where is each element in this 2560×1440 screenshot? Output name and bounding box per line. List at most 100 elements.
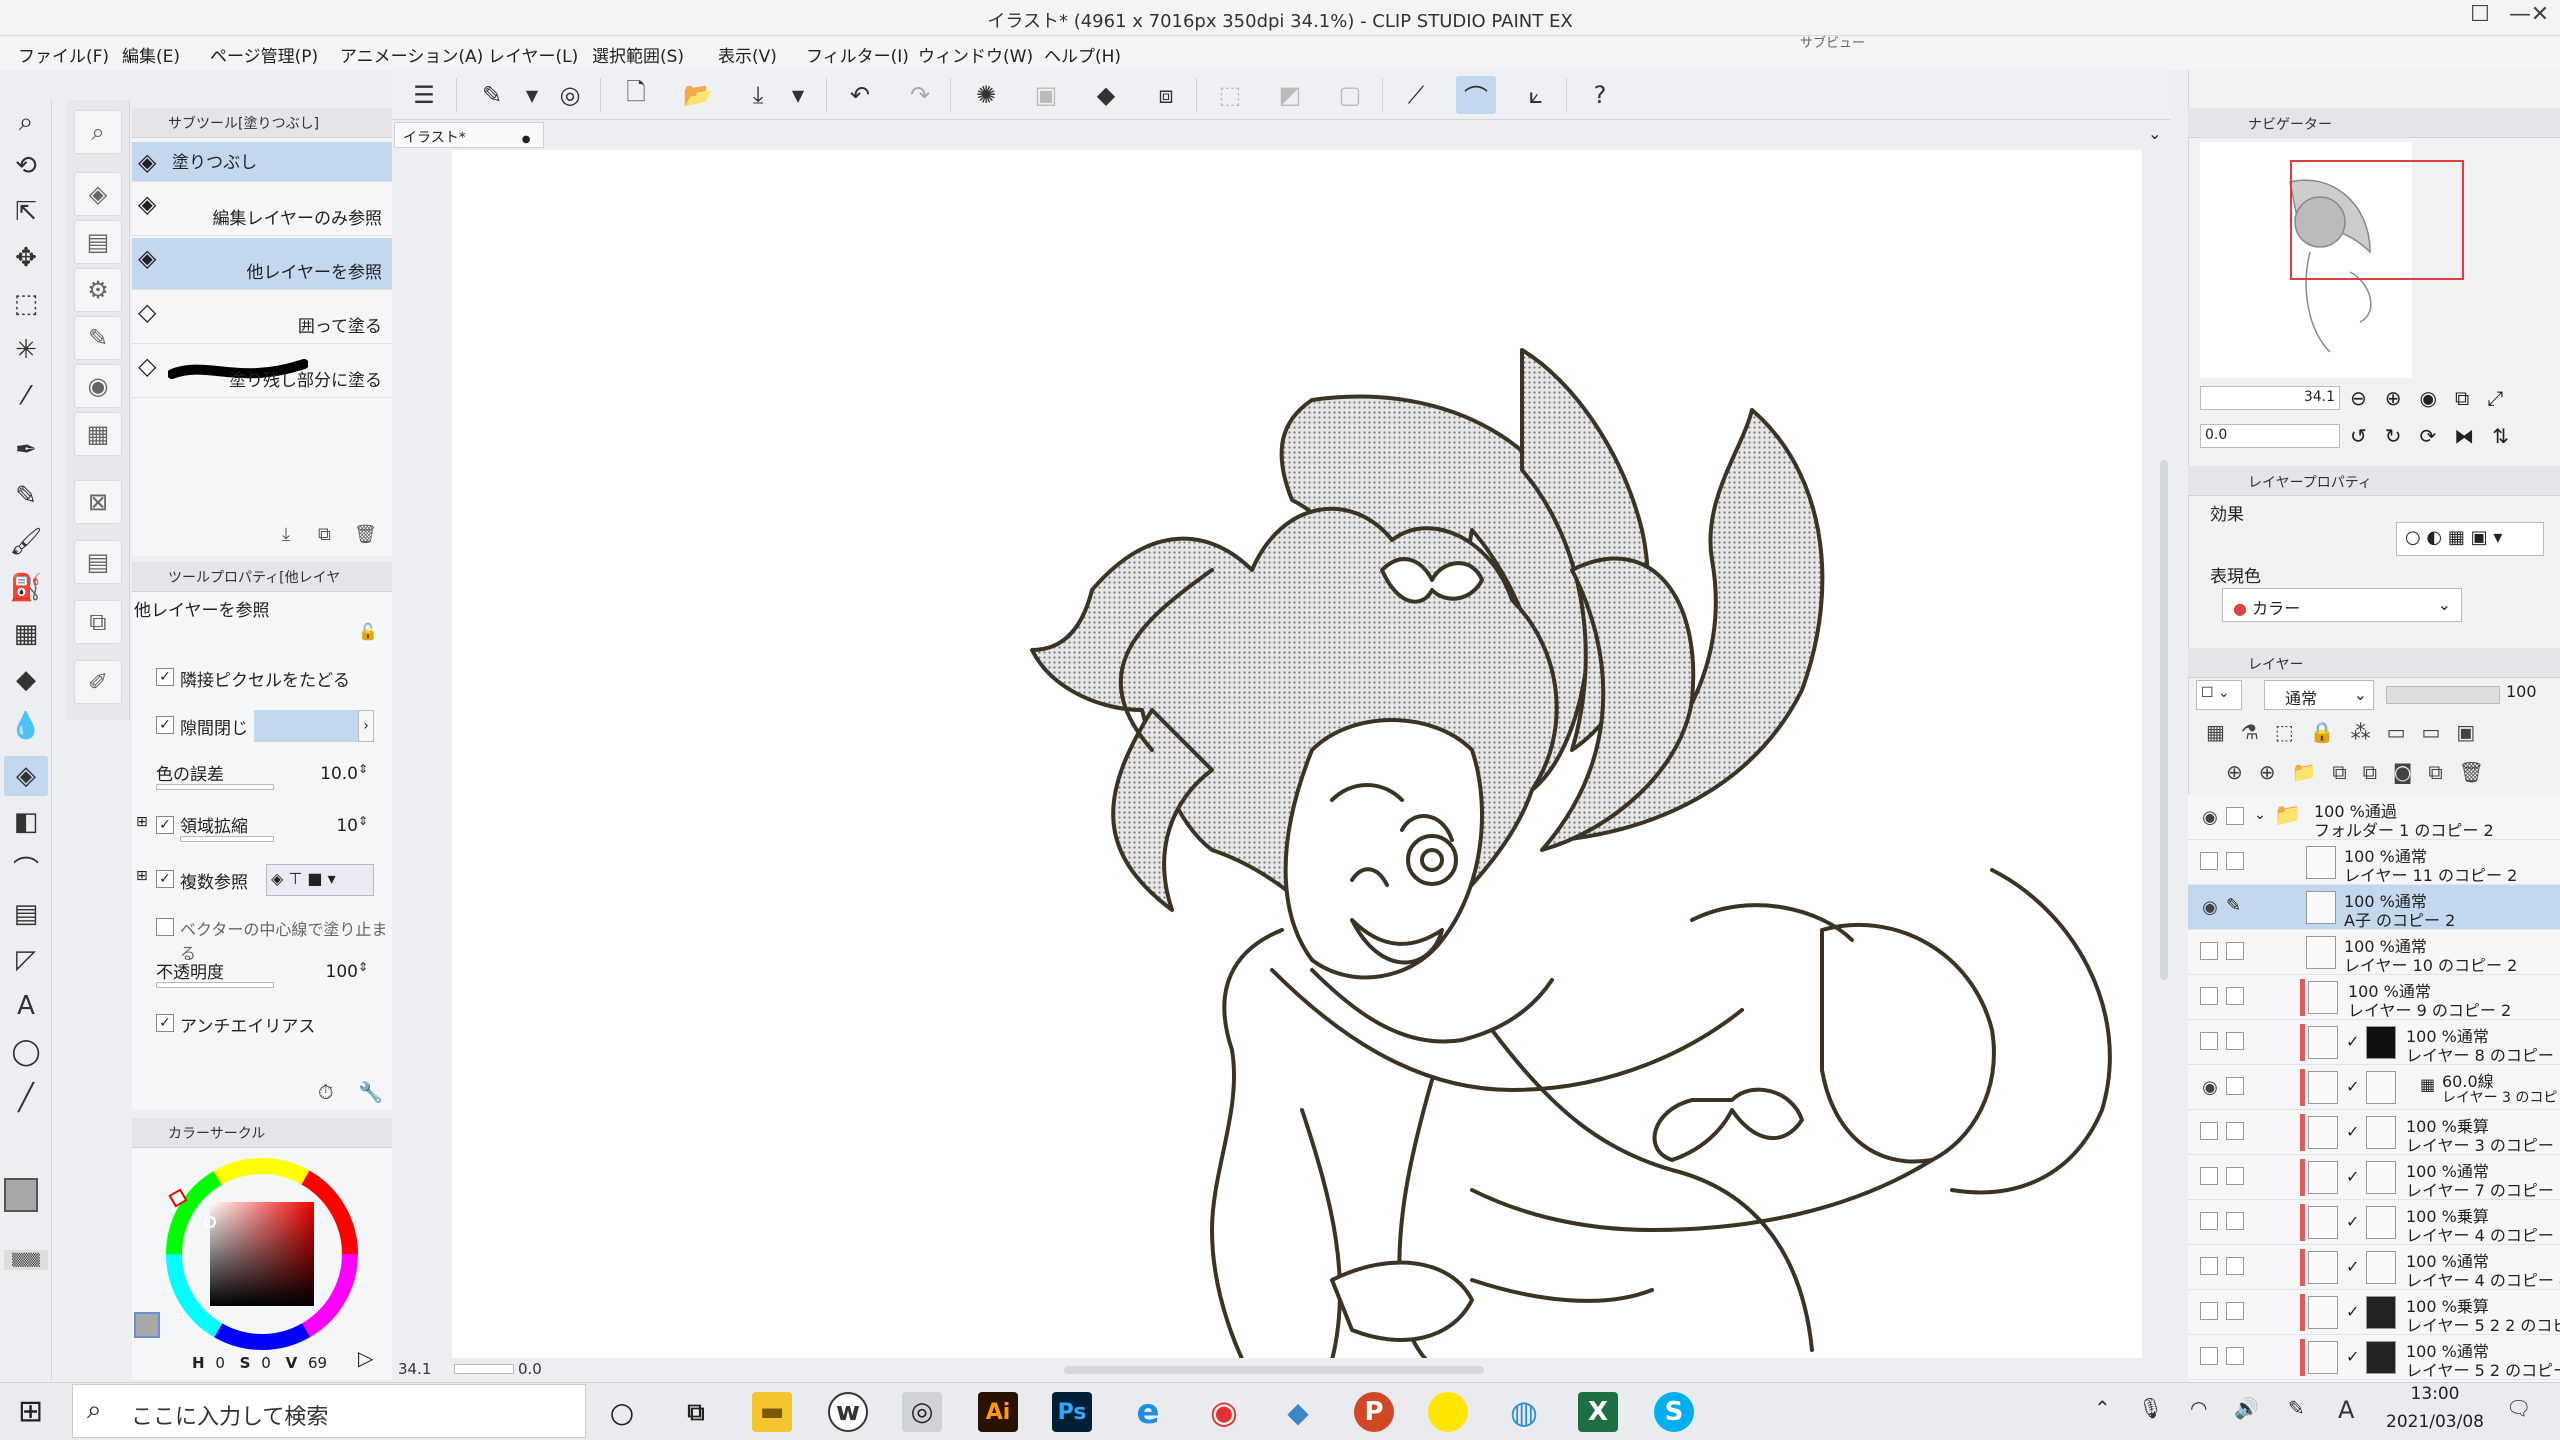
layer-visibility-box[interactable] xyxy=(2200,1302,2218,1320)
subtool-group-export-icon[interactable]: ▤ xyxy=(74,540,122,584)
layer-row[interactable]: 100 %通常 レイヤー 9 のコピー 2 xyxy=(2188,975,2560,1020)
file-explorer-icon[interactable]: ▬ xyxy=(752,1392,792,1432)
expand-icon[interactable]: ⊞ xyxy=(136,814,148,830)
ruler-pen-icon[interactable]: ⟋ xyxy=(1396,76,1436,114)
layer-opacity-slider[interactable] xyxy=(2386,686,2500,704)
taskbar-time[interactable]: 13:00 xyxy=(2380,1384,2490,1404)
checkmark-icon[interactable]: ✓ xyxy=(2346,1167,2359,1186)
layer-row[interactable]: ✓ 100 %通常 レイヤー 4 のコピー 4 xyxy=(2188,1245,2560,1290)
eraser-icon[interactable]: ◆ xyxy=(4,660,48,700)
close-gap-checkbox[interactable]: ✓ xyxy=(156,716,174,734)
subtool-group-layer-icon[interactable]: ▤ xyxy=(74,220,122,264)
loading-icon[interactable]: ✺ xyxy=(966,76,1006,114)
zoom-slider[interactable] xyxy=(454,1364,514,1374)
eye-icon[interactable]: ◉ xyxy=(2200,1077,2220,1098)
layer-row[interactable]: ✓ 100 %乗算 レイヤー 4 のコピー 3 xyxy=(2188,1200,2560,1245)
windows-start-icon[interactable]: ⊞ xyxy=(18,1394,43,1429)
ruler-tool-icon[interactable]: ◸ xyxy=(4,940,48,980)
app-w-icon[interactable]: w xyxy=(828,1392,868,1432)
layer-row[interactable]: ◉ ✓ ▦ 60.0線 レイヤー 3 のコピ xyxy=(2188,1065,2560,1110)
vector-stop-checkbox[interactable] xyxy=(156,918,174,936)
taskbar-search-box[interactable]: ⌕ ここに入力して検索 xyxy=(72,1384,586,1438)
menu-window[interactable]: ウィンドウ(W) xyxy=(918,42,1033,67)
folder-expand-icon[interactable]: ⌄ xyxy=(2254,807,2266,823)
layer-lock-box[interactable] xyxy=(2226,807,2244,825)
reset-icon[interactable]: ⏱ xyxy=(318,1080,334,1104)
invert-selection-icon[interactable]: ◩ xyxy=(1270,76,1310,114)
subtool-item[interactable]: ◈ 編集レイヤーのみ参照 xyxy=(132,184,392,236)
subtool-item[interactable]: ◈ 塗りつぶし xyxy=(132,142,392,182)
ime-indicator[interactable]: A xyxy=(2338,1396,2354,1424)
layer-visibility-box[interactable] xyxy=(2200,942,2218,960)
subtool-group-zoom-icon[interactable]: ⌕ xyxy=(74,110,122,154)
airbrush-icon[interactable]: ⛽ xyxy=(4,568,48,608)
layer-toolbar-row2[interactable]: ⊕⊕📁⧉⧉◙⧉🗑 xyxy=(2226,760,2500,784)
navigator-angle-slider[interactable]: 0.0 xyxy=(2200,424,2340,448)
layer-lock-box[interactable] xyxy=(2226,1167,2244,1185)
layer-visibility-box[interactable] xyxy=(2200,1257,2218,1275)
area-scaling-slider[interactable] xyxy=(180,836,274,842)
skype-icon[interactable]: S xyxy=(1654,1392,1694,1432)
ruler-icon[interactable]: ⟀ xyxy=(1516,76,1556,114)
app-crystal-icon[interactable]: ◆ xyxy=(1278,1392,1318,1432)
subtool-group-copy-icon[interactable]: ⧉ xyxy=(74,600,122,644)
microphone-icon[interactable]: 🎙 xyxy=(2138,1396,2163,1420)
layer-row[interactable]: ✓ 100 %乗算 レイヤー 3 のコピー 2 xyxy=(2188,1110,2560,1155)
layer-row[interactable]: ✓ 100 %乗算 レイヤー 5 2 2 のコピー xyxy=(2188,1290,2560,1335)
layer-row[interactable]: ◉ ⌄ 📁 100 %通過 フォルダー 1 のコピー 2 xyxy=(2188,795,2560,840)
internet-explorer-icon[interactable]: e xyxy=(1128,1392,1168,1432)
magic-wand-icon[interactable]: ✳ xyxy=(4,330,48,370)
figure-tool-icon[interactable]: ⌒ xyxy=(4,848,48,888)
layer-row[interactable]: 100 %通常 レイヤー 11 のコピー 2 xyxy=(2188,840,2560,885)
layer-lock-box[interactable] xyxy=(2226,1122,2244,1140)
checkmark-icon[interactable]: ✓ xyxy=(2346,1032,2359,1051)
fill-icon[interactable]: ◆ xyxy=(1086,76,1126,114)
layer-lock-box[interactable] xyxy=(2226,942,2244,960)
blend-mode-dropdown[interactable]: 通常 ⌄ xyxy=(2264,680,2374,710)
menu-file[interactable]: ファイル(F) xyxy=(18,42,109,67)
menu-animation[interactable]: アニメーション(A) xyxy=(340,42,483,67)
redo-icon[interactable]: ↷ xyxy=(900,76,940,114)
pen-tool-icon[interactable]: ✒ xyxy=(4,430,48,470)
eye-icon[interactable]: ◉ xyxy=(2200,807,2220,828)
close-gap-row[interactable]: ✓ 隙間閉じ › xyxy=(132,706,392,750)
wrench-icon[interactable]: 🔧 xyxy=(358,1080,383,1104)
checkmark-icon[interactable]: ✓ xyxy=(2346,1347,2359,1366)
transform-icon[interactable]: ⧈ xyxy=(1146,76,1186,114)
selection-rect-icon[interactable]: ⬚ xyxy=(4,284,48,324)
help-icon[interactable]: ? xyxy=(1580,76,1620,114)
color-tolerance-slider[interactable] xyxy=(156,784,274,790)
checkmark-icon[interactable]: ✓ xyxy=(2346,1122,2359,1141)
app-circle-icon[interactable]: ◍ xyxy=(1504,1392,1544,1432)
current-color-swatch[interactable] xyxy=(134,1312,160,1338)
adjacent-pixel-checkbox[interactable]: ✓ xyxy=(156,668,174,686)
subtool-group-fill-icon[interactable]: ◈ xyxy=(74,172,122,216)
navigator-zoom-controls[interactable]: ⊖⊕◉⧉⤢ xyxy=(2350,386,2521,410)
excel-icon[interactable]: X xyxy=(1578,1392,1618,1432)
canvas-zoom-value[interactable]: 34.1 xyxy=(398,1360,431,1378)
subtool-item[interactable]: ◇ 囲って塗る xyxy=(132,292,392,344)
object-select-icon[interactable]: ⇱ xyxy=(4,192,48,232)
frame-tool-icon[interactable]: ▤ xyxy=(4,894,48,934)
eyedropper-icon[interactable]: ⁄ xyxy=(4,376,48,416)
subtool-group-settings-icon[interactable]: ⚙ xyxy=(74,268,122,312)
line-correction-icon[interactable]: ╱ xyxy=(4,1078,48,1118)
layer-color-selector[interactable]: ☐ ⌄ xyxy=(2196,680,2242,710)
tab-list-chevron-icon[interactable]: ⌄ xyxy=(2148,124,2161,143)
layer-lock-box[interactable] xyxy=(2226,1032,2244,1050)
antialias-row[interactable]: ✓ アンチエイリアス xyxy=(132,1004,392,1048)
close-gap-selector[interactable] xyxy=(254,710,358,742)
brush-stroke-icon[interactable]: ⌒ xyxy=(1456,76,1496,114)
blend-tool-icon[interactable]: 💧 xyxy=(4,706,48,746)
spin-icon[interactable]: ⇕ xyxy=(358,814,368,828)
layer-opacity-value[interactable]: 100 xyxy=(2506,682,2537,701)
checkmark-icon[interactable]: ✓ xyxy=(2346,1257,2359,1276)
layer-row[interactable]: ◉ ✎ 100 %通常 A子 のコピー 2 xyxy=(2188,885,2560,930)
clip-studio-icon[interactable]: ◎ xyxy=(902,1392,942,1432)
subtool-item[interactable]: ◈ 他レイヤーを参照 xyxy=(132,238,392,290)
pencil-tool-icon[interactable]: ✎ xyxy=(4,476,48,516)
antialias-checkbox[interactable]: ✓ xyxy=(156,1014,174,1032)
layer-visibility-box[interactable] xyxy=(2200,852,2218,870)
checkmark-icon[interactable]: ✓ xyxy=(2346,1077,2359,1096)
notification-icon[interactable]: 🗨 xyxy=(2506,1396,2531,1420)
